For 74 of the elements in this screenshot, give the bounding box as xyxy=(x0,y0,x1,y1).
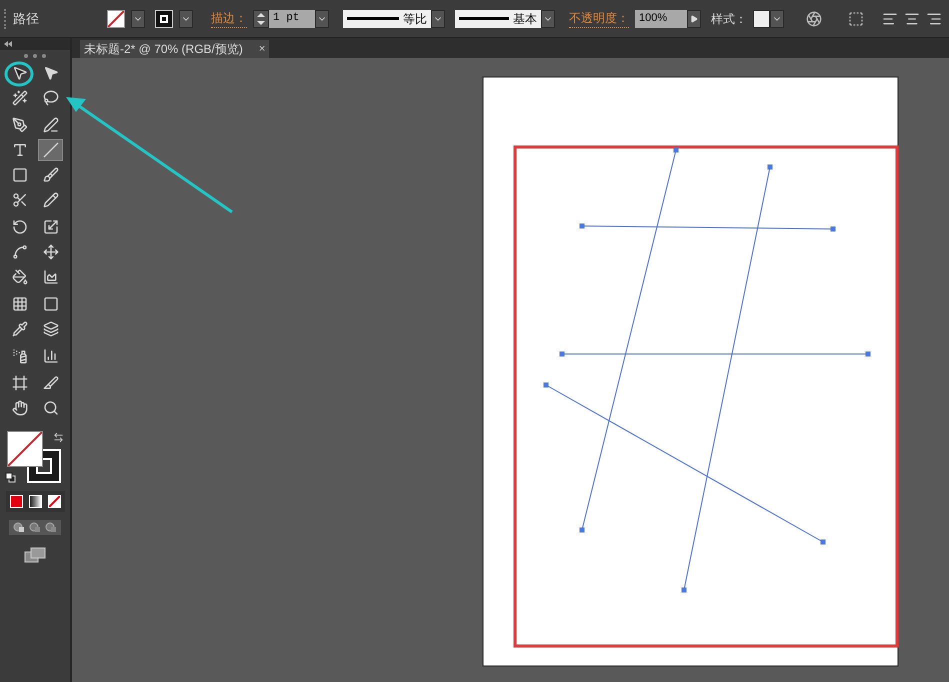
document-tab[interactable]: 未标题-2* @ 70% (RGB/预览) × xyxy=(80,40,270,58)
grip-icon xyxy=(4,8,7,28)
dropdown-button[interactable] xyxy=(315,10,329,28)
none-slash-icon xyxy=(8,432,42,466)
align-right-icon[interactable] xyxy=(926,10,942,26)
profile-dropdown[interactable]: 等比 xyxy=(343,10,431,28)
up-down-arrows-icon xyxy=(257,12,265,24)
document-title: 未标题-2* @ 70% (RGB/预览) xyxy=(84,41,243,58)
recolor-icon[interactable] xyxy=(806,10,822,26)
select-similar-icon[interactable] xyxy=(848,10,864,26)
draw-behind-icon[interactable] xyxy=(29,522,41,533)
dropdown-button[interactable] xyxy=(131,10,145,28)
text-icon xyxy=(12,142,28,158)
curve-icon xyxy=(12,244,28,260)
opacity-label[interactable]: 不透明度： xyxy=(569,9,629,28)
frame-icon xyxy=(12,375,28,391)
play-arrow-icon xyxy=(690,14,698,22)
dropdown-button[interactable] xyxy=(541,10,555,28)
collapse-arrows-icon[interactable] xyxy=(4,41,12,47)
eyedropper-icon xyxy=(12,321,28,337)
bar-chart-icon xyxy=(42,348,58,364)
zoom-icon xyxy=(42,400,58,416)
wand-icon xyxy=(12,90,28,106)
rotate-icon xyxy=(12,219,28,235)
draw-inside-icon[interactable] xyxy=(45,522,57,533)
slice-icon xyxy=(42,375,58,391)
lasso-icon xyxy=(42,90,58,106)
none-slash-icon xyxy=(108,10,124,26)
stroke-swatch[interactable] xyxy=(155,10,173,28)
opacity-field[interactable]: 100% xyxy=(635,10,687,28)
annotation-circle xyxy=(4,62,34,86)
none-button[interactable] xyxy=(48,495,60,508)
square-icon xyxy=(42,296,58,312)
move-icon xyxy=(42,244,58,260)
hand-icon xyxy=(12,400,28,416)
brush-icon xyxy=(42,167,58,183)
none-slash-icon xyxy=(48,496,60,507)
rectangle-icon xyxy=(12,167,28,183)
style-swatch[interactable] xyxy=(753,10,770,28)
pen-icon xyxy=(12,117,28,133)
close-button[interactable]: × xyxy=(258,40,266,58)
fill-swatch[interactable] xyxy=(7,431,43,467)
paint-bucket-icon xyxy=(12,269,28,285)
fill-swatch[interactable] xyxy=(107,10,125,28)
brush-dropdown[interactable]: 基本 xyxy=(455,10,541,28)
draw-normal-icon[interactable] xyxy=(13,522,25,533)
layers-icon xyxy=(42,321,58,337)
spinner-button[interactable] xyxy=(253,10,269,28)
spray-can-icon xyxy=(12,348,28,364)
stroke-weight-field[interactable]: 1 pt xyxy=(269,10,315,28)
pointer-icon xyxy=(12,65,28,81)
gradient-button[interactable] xyxy=(28,495,42,508)
pencil-icon xyxy=(42,192,58,208)
screen-mode-icon[interactable] xyxy=(24,547,46,563)
grip-icon xyxy=(24,54,46,58)
chart-icon xyxy=(42,269,58,285)
dropdown-button[interactable] xyxy=(431,10,445,28)
grid-icon xyxy=(12,296,28,312)
default-colors-icon[interactable] xyxy=(5,472,16,483)
stroke-label[interactable]: 描边： xyxy=(211,9,247,28)
scale-icon xyxy=(42,219,58,235)
dropdown-button[interactable] xyxy=(770,10,784,28)
selection-type-label: 路径 xyxy=(13,10,40,28)
style-label: 样式： xyxy=(711,10,747,28)
align-center-icon[interactable] xyxy=(904,10,920,26)
align-left-icon[interactable] xyxy=(882,10,898,26)
pointer-icon xyxy=(42,65,58,81)
line-icon xyxy=(42,142,58,158)
scissors-icon xyxy=(12,192,28,208)
dropdown-button[interactable] xyxy=(179,10,193,28)
slider-button[interactable] xyxy=(687,10,701,28)
color-button[interactable] xyxy=(10,495,22,508)
swap-icon[interactable] xyxy=(53,432,64,443)
pen-icon xyxy=(42,117,58,133)
